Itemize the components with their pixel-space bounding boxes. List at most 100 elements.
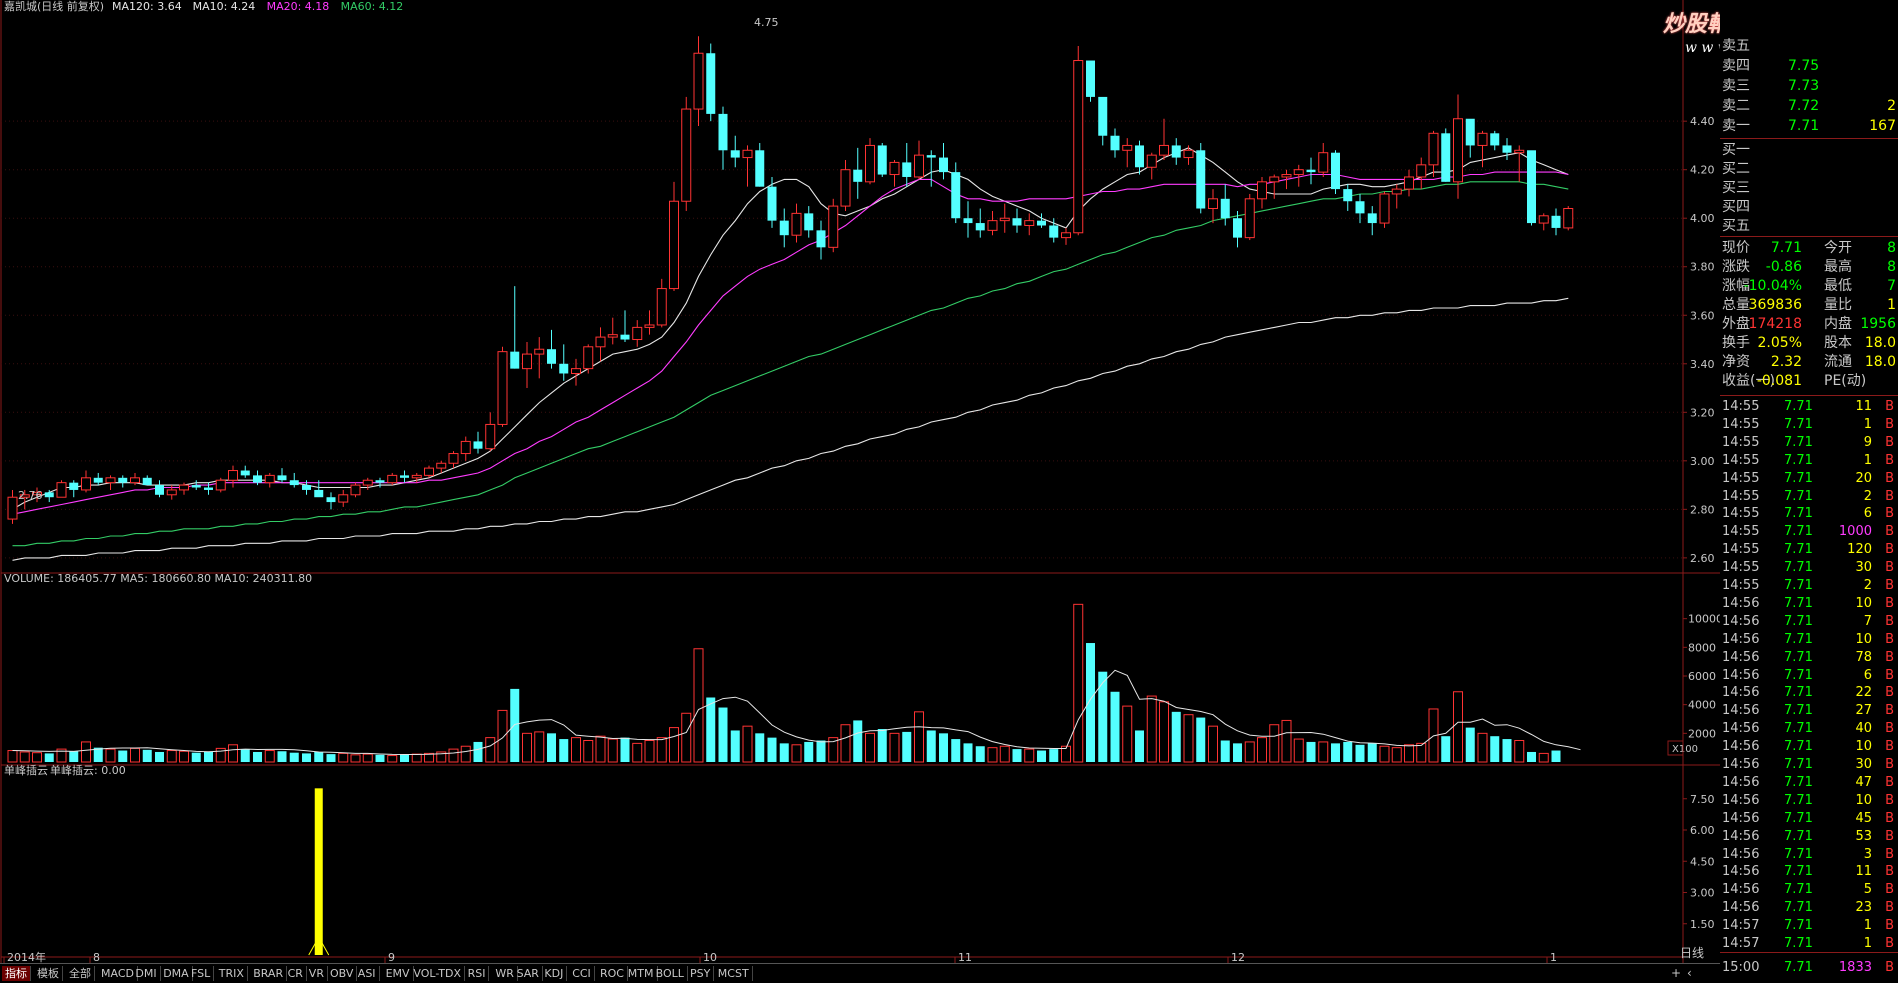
quote-label-2: 股本	[1824, 335, 1852, 351]
tab-dmi[interactable]: DMI	[132, 966, 161, 981]
volume-bar-up	[362, 753, 373, 763]
tick-side: B	[1885, 846, 1894, 862]
tick-side: B	[1885, 667, 1894, 683]
tab-cr[interactable]: CR	[285, 966, 307, 981]
tick-price: 7.71	[1784, 578, 1813, 593]
plus-button[interactable]: +	[1671, 966, 1681, 980]
volume-bar-down	[155, 751, 164, 762]
candle-body-down	[767, 186, 777, 221]
ask-row: 卖一 7.71 167	[1720, 116, 1898, 136]
volume-bar-down	[816, 740, 826, 762]
indicator-tab-bar: 指标 模板 全部 MACD DMI DMA FSL TRIX BRAR CR VR OBV ASI EMV…	[0, 963, 1720, 983]
candle-body-up	[644, 324, 655, 328]
candle-body-up	[1379, 193, 1390, 224]
tick-side: B	[1885, 542, 1894, 558]
tick-time: 14:55	[1722, 542, 1760, 558]
tab-emv[interactable]: EMV	[383, 966, 414, 981]
volume-bar-up	[534, 731, 545, 763]
tab-sar[interactable]: SAR	[514, 966, 543, 981]
candle-body-up	[56, 482, 67, 498]
tab-rsi[interactable]: RSI	[465, 966, 490, 981]
candle-body-down	[142, 477, 152, 486]
tick-side: B	[1885, 631, 1894, 647]
tick-time: 14:55	[1722, 488, 1760, 504]
quote-value: -0.86	[1765, 259, 1802, 275]
volume-bar-up	[999, 745, 1010, 763]
tab-brar[interactable]: BRAR	[250, 966, 288, 981]
kline-chart-area[interactable]: 嘉凯城(日线 前复权) MA120: 3.64 MA10: 4.24 MA20: 4…	[0, 0, 1720, 963]
tab-obv[interactable]: OBV	[327, 966, 358, 981]
scroll-left-button[interactable]: ‹	[1687, 966, 1692, 980]
quote-value: 2.05%	[1757, 335, 1802, 351]
tab-vol-tdx[interactable]: VOL-TDX	[410, 966, 465, 981]
tab-全部[interactable]: 全部	[66, 966, 95, 981]
tick-row: 14:56 7.71 10 B	[1720, 631, 1898, 649]
panel-divider	[1720, 952, 1898, 953]
ask-volume: 167	[1869, 118, 1896, 134]
volume-bar-down	[1355, 744, 1365, 762]
tick-time: 14:55	[1722, 524, 1760, 540]
tick-volume: 11	[1855, 864, 1872, 880]
tick-price: 7.71	[1784, 631, 1813, 647]
tick-price: 7.71	[1784, 774, 1813, 790]
volume-bar-down	[1012, 749, 1022, 762]
volume-bar-up	[179, 750, 189, 763]
tick-time: 14:55	[1722, 416, 1760, 432]
tab-模板[interactable]: 模板	[34, 966, 63, 981]
volume-tick-label: 8000	[1688, 641, 1716, 654]
tab-vr[interactable]: VR	[306, 966, 328, 981]
tick-row: 14:56 7.71 7 B	[1720, 613, 1898, 631]
tick-price: 7.71	[1784, 542, 1813, 558]
tick-time: 14:56	[1722, 882, 1760, 898]
period-label[interactable]: 日线	[1680, 944, 1718, 961]
tick-time: 14:56	[1722, 828, 1760, 844]
date-label: 11	[958, 951, 972, 963]
candle-body-up	[338, 494, 349, 503]
volume-bar-up	[865, 732, 875, 763]
bid-row: 买一	[1720, 140, 1898, 160]
tab-roc[interactable]: ROC	[597, 966, 628, 981]
tick-time: 14:56	[1722, 703, 1760, 719]
candle-body-up	[105, 477, 116, 484]
tab-cci[interactable]: CCI	[569, 966, 595, 981]
tick-price: 7.71	[1784, 470, 1813, 486]
volume-bar-down	[1086, 643, 1095, 762]
candle-body-down	[118, 477, 128, 483]
tab-asi[interactable]: ASI	[355, 966, 380, 981]
tab-fsl[interactable]: FSL	[188, 966, 215, 981]
tick-side: B	[1885, 506, 1894, 522]
high-price-marker: 4.75	[754, 16, 779, 29]
candle-body-up	[1257, 181, 1267, 200]
candle-body-up	[987, 220, 998, 231]
candle-body-down	[779, 220, 789, 236]
candle-body-up	[387, 474, 398, 484]
tab-boll[interactable]: BOLL	[653, 966, 688, 981]
tick-time: 14:56	[1722, 685, 1760, 701]
candle-body-up	[828, 205, 839, 248]
volume-legend: VOLUME: 186405.77 MA5: 180660.80 MA10: 2…	[4, 572, 312, 585]
candle-body-up	[1208, 198, 1218, 210]
tab-指标[interactable]: 指标	[2, 966, 31, 981]
indicator-signal-bar	[314, 788, 323, 955]
tick-volume: 1	[1863, 416, 1872, 432]
volume-bar-down	[302, 753, 311, 762]
tab-kdj[interactable]: KDJ	[541, 966, 568, 981]
tab-trix[interactable]: TRIX	[216, 966, 248, 981]
volume-bar-down	[1465, 727, 1475, 762]
tab-psy[interactable]: PSY	[687, 966, 715, 981]
candle-body-up	[1024, 220, 1035, 226]
volume-bar-up	[485, 737, 496, 763]
quote-row: 现价 7.71 今开 8	[1720, 238, 1898, 258]
ma-line-ma10	[12, 147, 1569, 510]
quote-value: 2.32	[1770, 354, 1802, 370]
tick-side: B	[1885, 757, 1894, 772]
tick-time: 14:55	[1722, 434, 1760, 450]
candle-body-down	[804, 213, 814, 231]
quote-panel: 卖五 卖四 7.75 卖三 7.73 卖二 7.72 2 卖一 7.71 167 买一 买二 买三 买四 买五…	[1720, 0, 1898, 982]
tick-volume: 1000	[1838, 524, 1872, 540]
low-price-marker: 2.76	[18, 489, 43, 502]
tick-volume: 9	[1863, 434, 1872, 450]
candle-body-down	[963, 218, 973, 224]
tab-mcst[interactable]: MCST	[715, 966, 753, 981]
volume-bar-down	[1110, 691, 1120, 762]
